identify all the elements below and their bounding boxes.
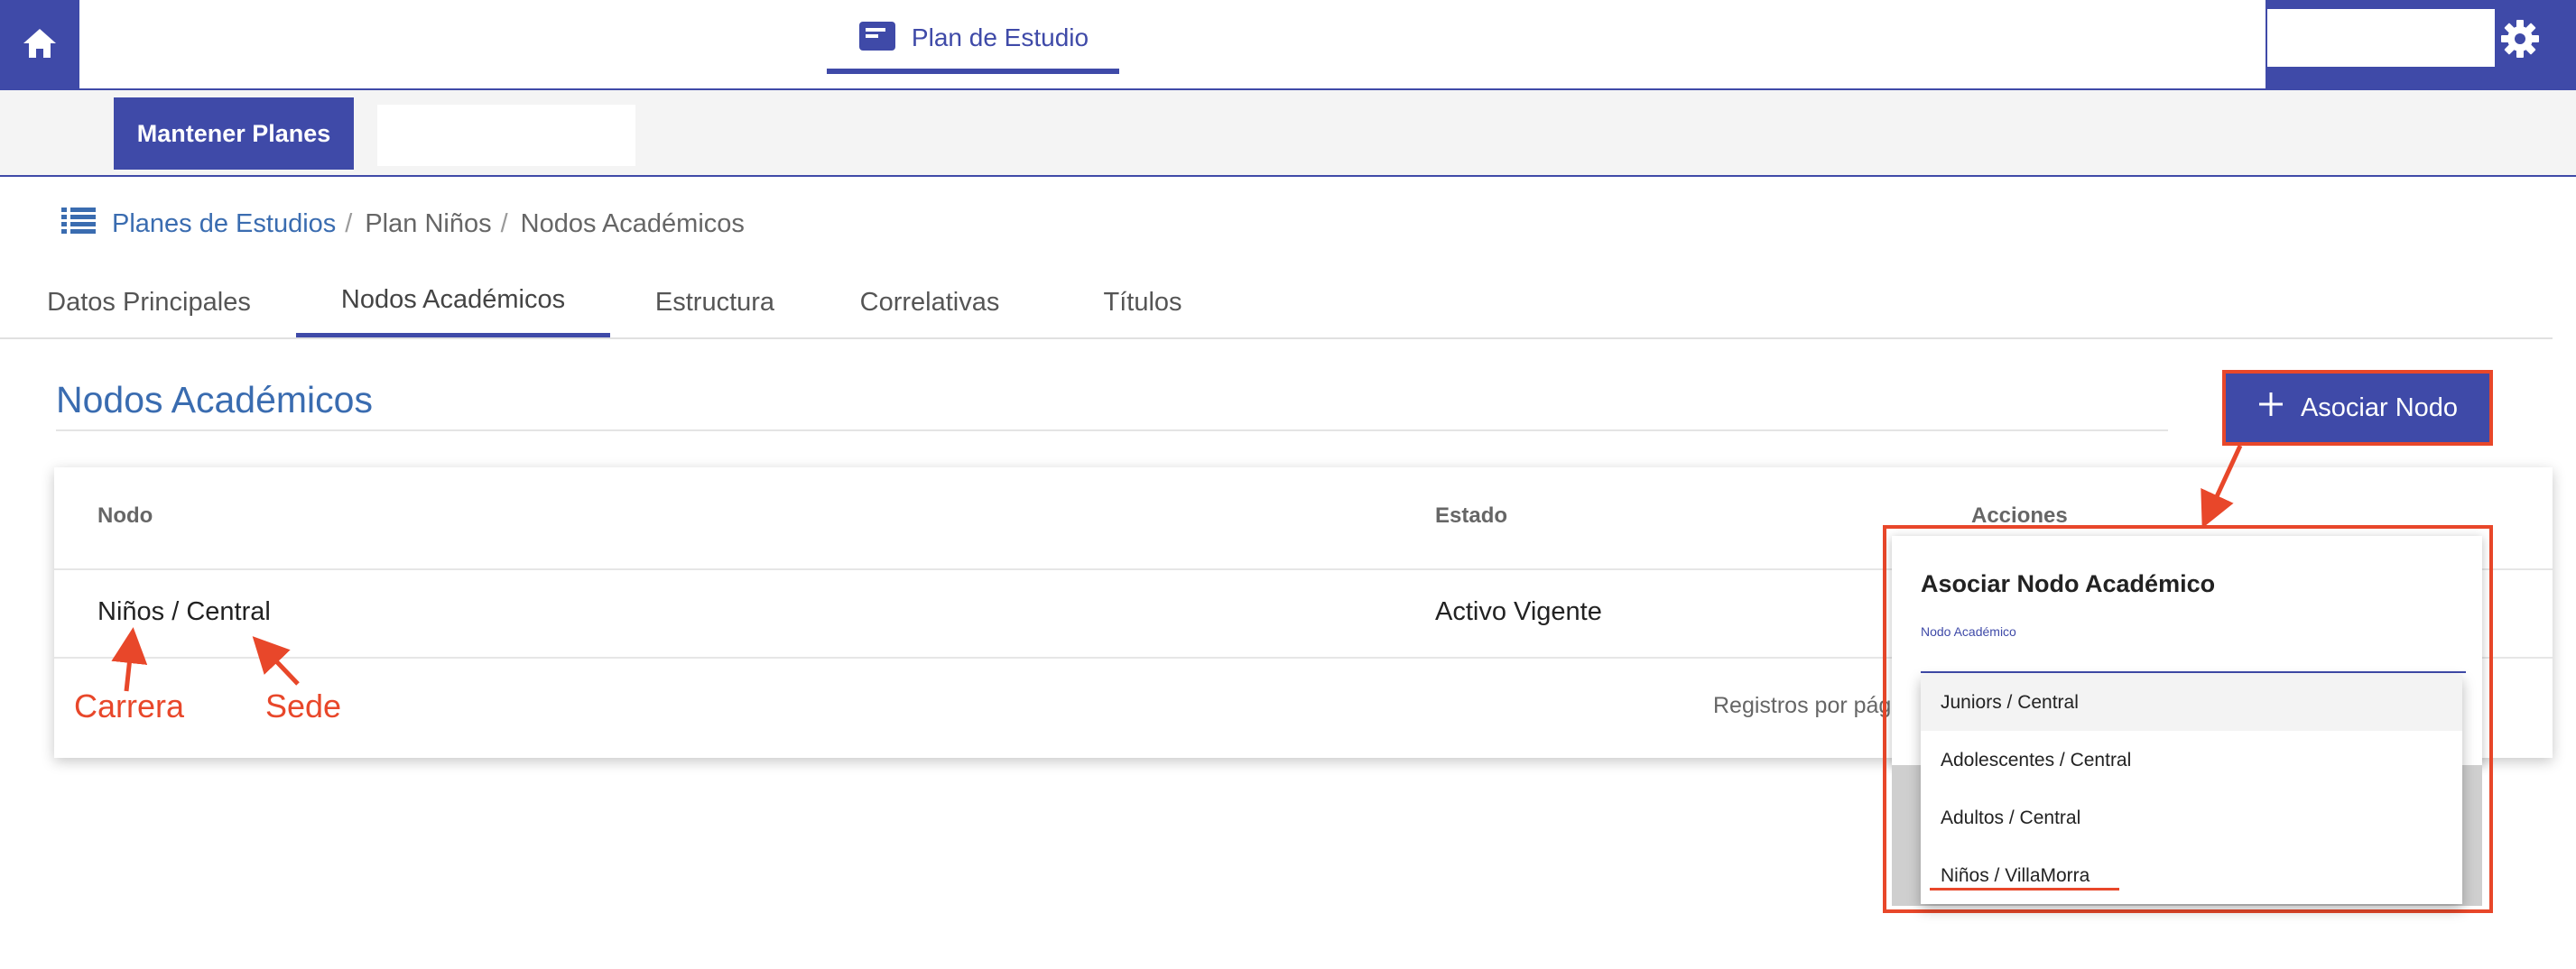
option-ninos-villamorra[interactable]: Niños / VillaMorra: [1921, 848, 2462, 904]
option-adolescentes-central[interactable]: Adolescentes / Central: [1921, 733, 2462, 789]
option-adultos-central[interactable]: Adultos / Central: [1921, 790, 2462, 846]
annotation-sede: Sede: [265, 688, 342, 724]
arrow-to-carrera: [111, 627, 148, 692]
dialog-title: Asociar Nodo Académico: [1921, 570, 2216, 597]
arrow-to-popup: [2201, 444, 2243, 529]
arrow-to-sede: [252, 636, 300, 686]
nodo-academico-input[interactable]: [1921, 642, 2466, 673]
nodo-options-dropdown: Juniors / Central Adolescentes / Central…: [1921, 675, 2462, 904]
annotation-underline: [1930, 888, 2119, 891]
nodo-academico-field-label: Nodo Académico: [1921, 624, 2016, 639]
annotation-carrera: Carrera: [74, 688, 185, 724]
option-juniors-central[interactable]: Juniors / Central: [1921, 675, 2462, 731]
